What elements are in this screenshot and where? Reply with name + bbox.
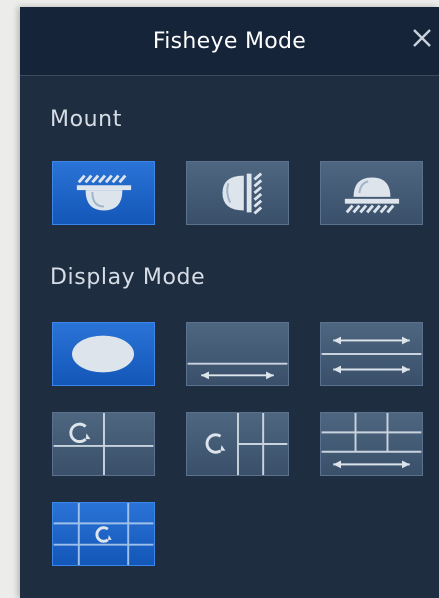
fisheye-mode-dialog: Fisheye Mode Mount Display Mode xyxy=(20,7,439,598)
wall-mount-button[interactable] xyxy=(186,161,289,225)
dialog-titlebar: Fisheye Mode xyxy=(20,7,439,76)
desktop-mount-icon xyxy=(344,177,400,214)
fisheye-8ptz-icon xyxy=(205,413,288,475)
panorama-icon xyxy=(187,362,288,380)
fisheye-8-ptz-grid-button[interactable] xyxy=(52,502,155,566)
fisheye-3-ptz-button[interactable] xyxy=(52,412,155,476)
ceiling-mount-button[interactable] xyxy=(52,161,155,225)
fisheye-circle-icon xyxy=(72,335,135,373)
ceiling-mount-icon xyxy=(76,174,132,211)
fisheye-8-ptz-button[interactable] xyxy=(186,412,289,476)
panorama-360-button[interactable] xyxy=(186,322,289,386)
fisheye-3ptz-icon xyxy=(53,413,154,475)
dialog-title: Fisheye Mode xyxy=(152,29,307,54)
fisheye-original-button[interactable] xyxy=(52,322,155,386)
panorama-6-ptz-button[interactable] xyxy=(320,412,423,476)
mount-label: Mount xyxy=(50,107,122,132)
wall-mount-icon xyxy=(222,172,263,215)
double-panorama-icon xyxy=(321,336,422,374)
double-panorama-button[interactable] xyxy=(320,322,423,386)
display-mode-label: Display Mode xyxy=(50,265,206,290)
panorama-6ptz-icon xyxy=(321,413,422,469)
desktop-mount-button[interactable] xyxy=(320,161,423,225)
close-icon[interactable] xyxy=(409,25,435,51)
fisheye-grid-icon xyxy=(53,503,154,565)
